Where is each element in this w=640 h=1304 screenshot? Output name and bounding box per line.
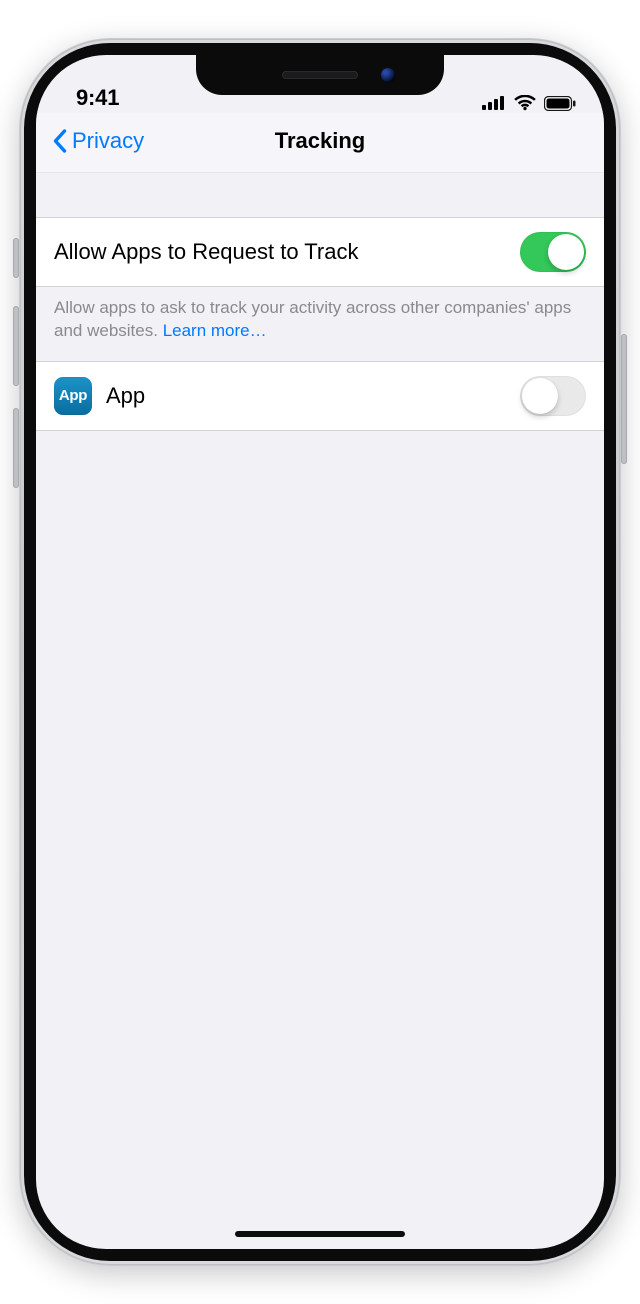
app-icon: App	[54, 377, 92, 415]
iphone-screen: 9:41	[36, 55, 604, 1249]
cellular-icon	[482, 96, 506, 110]
wifi-icon	[514, 95, 536, 111]
page-title: Tracking	[275, 128, 365, 154]
app-name-label: App	[106, 383, 520, 409]
chevron-left-icon	[52, 129, 68, 153]
settings-content: Allow Apps to Request to Track Allow app…	[36, 173, 604, 431]
battery-icon	[544, 96, 576, 111]
allow-apps-request-row: Allow Apps to Request to Track	[36, 217, 604, 287]
app-tracking-toggle[interactable]	[520, 376, 586, 416]
section-footer: Allow apps to ask to track your activity…	[36, 287, 604, 361]
front-camera	[380, 67, 396, 83]
back-label: Privacy	[72, 128, 144, 154]
power-button	[621, 334, 627, 464]
app-tracking-row: App App	[36, 361, 604, 431]
notch	[196, 55, 444, 95]
volume-up-button	[13, 306, 19, 386]
footer-text: Allow apps to ask to track your activity…	[54, 298, 571, 340]
iphone-device-frame: 9:41	[19, 38, 621, 1266]
learn-more-link[interactable]: Learn more…	[163, 321, 267, 340]
status-time: 9:41	[64, 85, 119, 111]
home-indicator[interactable]	[235, 1231, 405, 1237]
mute-switch	[13, 238, 19, 278]
volume-down-button	[13, 408, 19, 488]
allow-apps-request-label: Allow Apps to Request to Track	[54, 239, 520, 265]
earpiece-speaker	[282, 71, 358, 79]
allow-apps-request-toggle[interactable]	[520, 232, 586, 272]
back-button[interactable]: Privacy	[46, 113, 150, 168]
nav-bar: Privacy Tracking	[36, 113, 604, 173]
